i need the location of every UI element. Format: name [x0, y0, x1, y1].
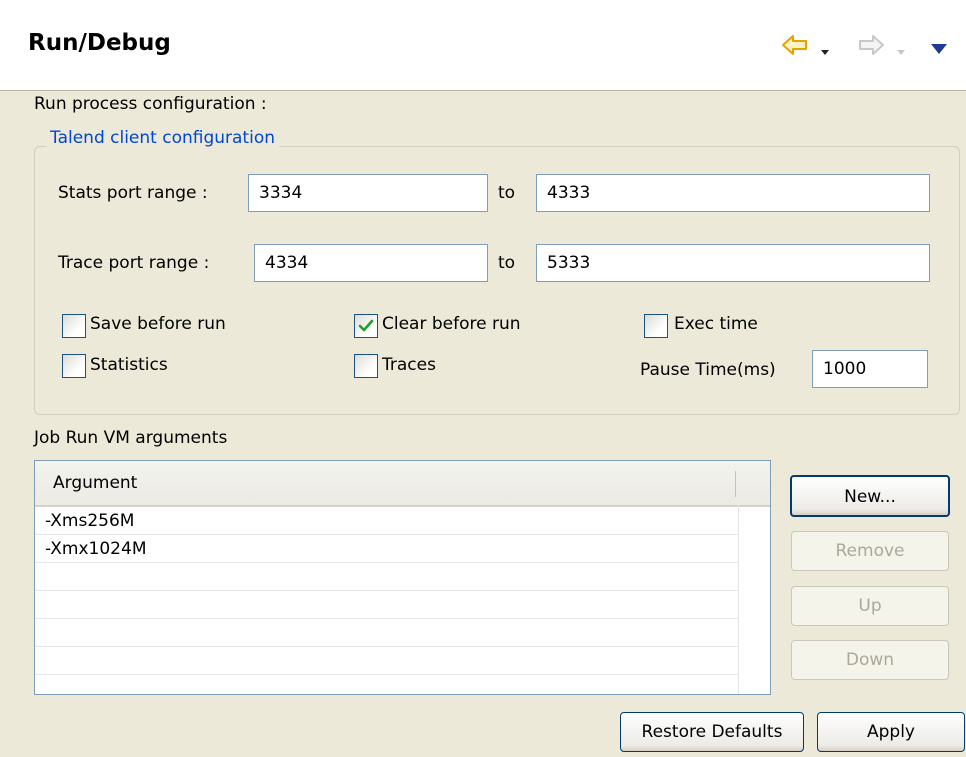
- view-menu-icon: [930, 40, 948, 60]
- forward-button[interactable]: [856, 30, 910, 60]
- forward-arrow-icon: [856, 35, 886, 65]
- save-before-run-checkbox[interactable]: [62, 314, 86, 338]
- table-row[interactable]: -Xms256M: [35, 507, 738, 535]
- trace-port-to-input[interactable]: 5333: [536, 244, 930, 282]
- table-row[interactable]: [35, 675, 738, 694]
- pause-time-label: Pause Time(ms): [640, 360, 776, 380]
- trace-to-label: to: [498, 253, 516, 273]
- up-button[interactable]: Up: [791, 586, 949, 626]
- exec-time-label[interactable]: Exec time: [674, 314, 758, 334]
- traces-checkbox[interactable]: [354, 354, 378, 378]
- stats-port-range-label: Stats port range :: [58, 183, 208, 203]
- trace-port-range-label: Trace port range :: [58, 253, 210, 273]
- table-row[interactable]: [35, 563, 738, 591]
- exec-time-checkbox[interactable]: [644, 314, 668, 338]
- statistics-checkbox[interactable]: [62, 354, 86, 378]
- save-before-run-label[interactable]: Save before run: [90, 314, 226, 334]
- run-process-configuration-label: Run process configuration :: [34, 94, 267, 114]
- job-run-vm-arguments-label: Job Run VM arguments: [34, 428, 228, 448]
- view-menu-button[interactable]: [928, 30, 954, 60]
- table-header: Argument: [35, 461, 770, 507]
- stats-to-label: to: [498, 183, 516, 203]
- forward-dropdown-icon[interactable]: [896, 42, 906, 62]
- restore-defaults-button[interactable]: Restore Defaults: [620, 712, 804, 752]
- remove-button[interactable]: Remove: [791, 531, 949, 571]
- argument-column-header[interactable]: Argument: [53, 473, 137, 493]
- traces-label[interactable]: Traces: [382, 355, 436, 375]
- vm-arguments-table: Argument -Xms256M -Xmx1024M: [34, 460, 771, 695]
- trace-port-from-input[interactable]: 4334: [254, 244, 488, 282]
- apply-button[interactable]: Apply: [817, 712, 965, 752]
- table-row[interactable]: [35, 591, 738, 619]
- back-button[interactable]: [780, 30, 834, 60]
- clear-before-run-label[interactable]: Clear before run: [382, 314, 521, 334]
- stats-port-from-input[interactable]: 3334: [248, 174, 488, 212]
- back-dropdown-icon[interactable]: [820, 42, 830, 62]
- down-button[interactable]: Down: [791, 640, 949, 680]
- column-divider[interactable]: [735, 471, 736, 497]
- pause-time-input[interactable]: 1000: [812, 350, 928, 388]
- stats-port-to-input[interactable]: 4333: [536, 174, 930, 212]
- table-row[interactable]: [35, 619, 738, 647]
- page-title: Run/Debug: [28, 30, 171, 56]
- new-button[interactable]: New...: [790, 475, 950, 517]
- column-separator: [738, 505, 739, 694]
- table-row[interactable]: [35, 647, 738, 675]
- table-row[interactable]: -Xmx1024M: [35, 535, 738, 563]
- page-header: Run/Debug: [0, 0, 966, 91]
- clear-before-run-checkbox[interactable]: [354, 314, 378, 338]
- statistics-label[interactable]: Statistics: [90, 355, 168, 375]
- back-arrow-icon: [780, 35, 810, 65]
- talend-client-configuration-legend: Talend client configuration: [46, 128, 280, 148]
